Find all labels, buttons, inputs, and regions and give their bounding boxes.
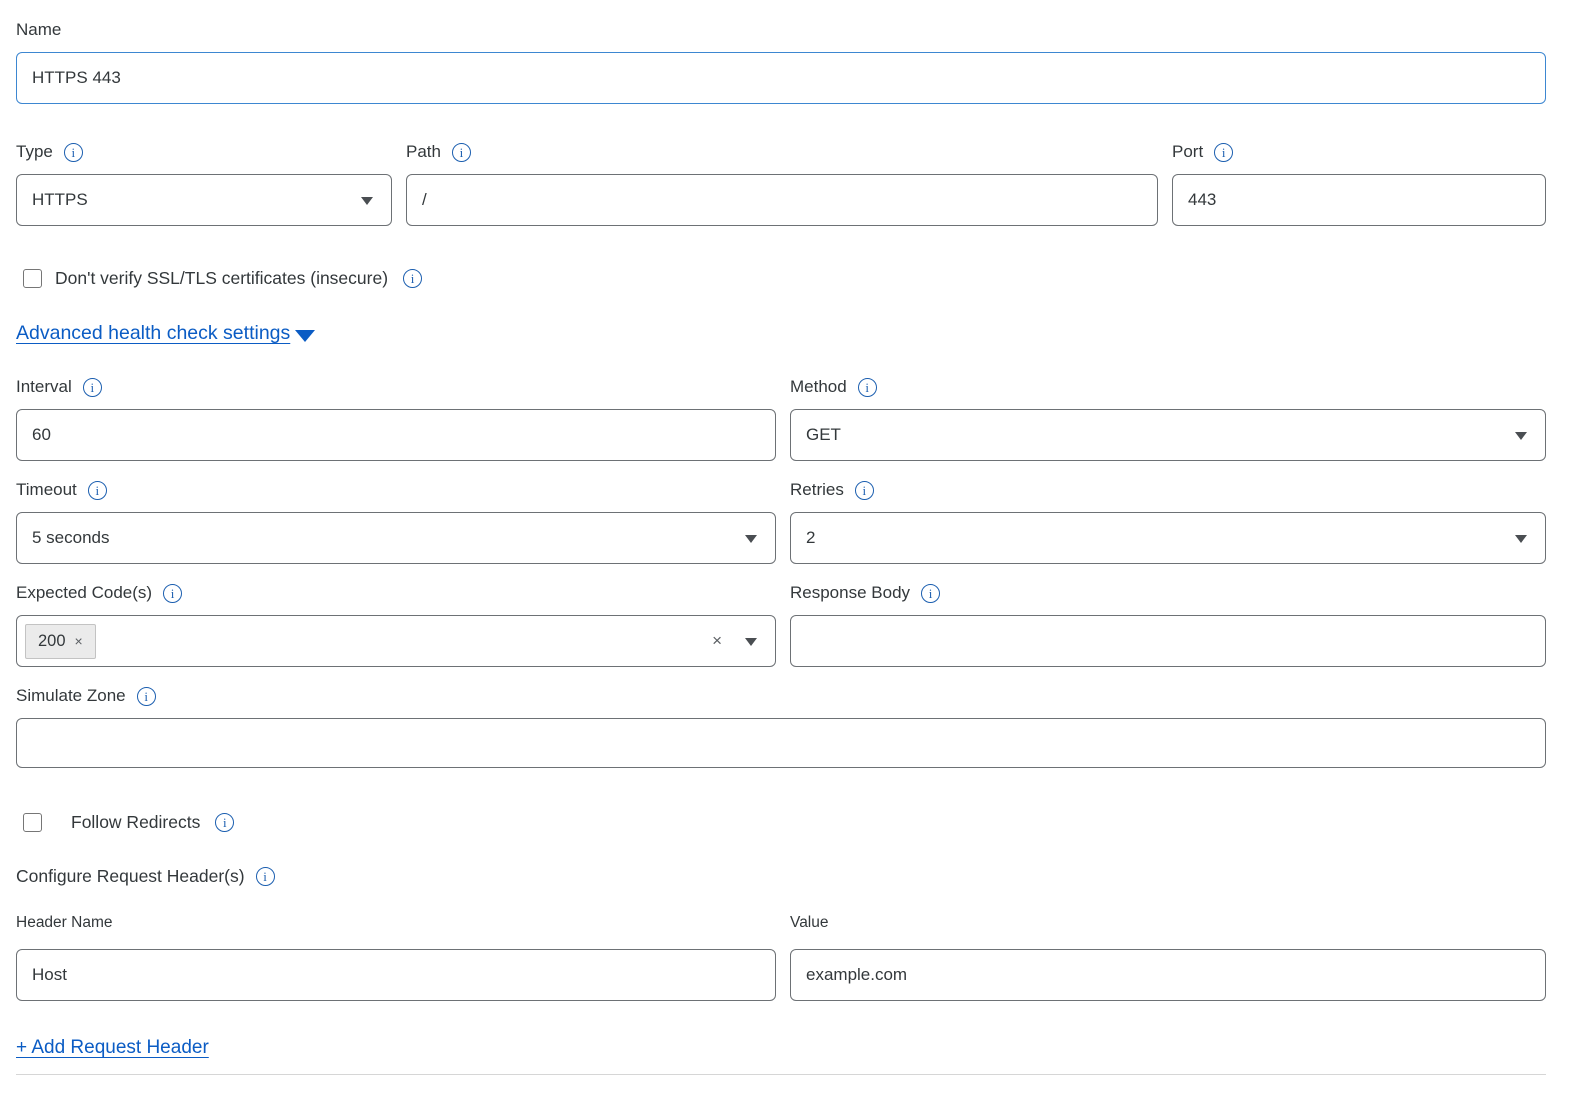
simulate-zone-label: Simulate Zone i bbox=[16, 684, 1546, 708]
interval-label-text: Interval bbox=[16, 377, 72, 397]
interval-method-inputs: GET bbox=[16, 409, 1546, 461]
interval-input[interactable] bbox=[16, 409, 776, 461]
remove-tag-icon[interactable]: × bbox=[75, 633, 83, 649]
health-check-form: Name Type i Path i Port i HTTPS Don't ve… bbox=[0, 0, 1570, 1075]
interval-label: Interval i bbox=[16, 375, 776, 399]
port-label: Port i bbox=[1172, 140, 1546, 164]
type-info-icon[interactable]: i bbox=[64, 143, 83, 162]
port-input[interactable] bbox=[1172, 174, 1546, 226]
retries-label: Retries i bbox=[790, 478, 1546, 502]
type-select-value: HTTPS bbox=[32, 190, 88, 210]
retries-select[interactable]: 2 bbox=[790, 512, 1546, 564]
header-row-inputs bbox=[16, 949, 1546, 1001]
type-path-port-inputs: HTTPS bbox=[16, 174, 1546, 226]
ssl-verify-row: Don't verify SSL/TLS certificates (insec… bbox=[16, 268, 1546, 289]
ssl-verify-info-icon[interactable]: i bbox=[403, 269, 422, 288]
expected-codes-label-text: Expected Code(s) bbox=[16, 583, 152, 603]
follow-redirects-row: Follow Redirects i bbox=[16, 812, 1546, 833]
timeout-label: Timeout i bbox=[16, 478, 776, 502]
header-name-input[interactable] bbox=[16, 949, 776, 1001]
add-request-header-link[interactable]: + Add Request Header bbox=[16, 1037, 209, 1059]
method-label-text: Method bbox=[790, 377, 847, 397]
codes-body-labels: Expected Code(s) i Response Body i bbox=[16, 581, 1546, 615]
method-info-icon[interactable]: i bbox=[858, 378, 877, 397]
ssl-verify-label: Don't verify SSL/TLS certificates (insec… bbox=[55, 268, 388, 289]
timeout-select[interactable]: 5 seconds bbox=[16, 512, 776, 564]
name-label: Name bbox=[16, 18, 1546, 42]
advanced-settings-link[interactable]: Advanced health check settings bbox=[16, 322, 315, 345]
response-body-input[interactable] bbox=[790, 615, 1546, 667]
retries-info-icon[interactable]: i bbox=[855, 481, 874, 500]
expected-codes-multiselect[interactable]: 200 × × bbox=[16, 615, 776, 667]
type-label-text: Type bbox=[16, 142, 53, 162]
selected-code-tag-text: 200 bbox=[38, 632, 66, 651]
advanced-settings-link-text: Advanced health check settings bbox=[16, 322, 290, 345]
chevron-down-icon bbox=[1515, 535, 1527, 543]
name-label-text: Name bbox=[16, 20, 61, 40]
timeout-label-text: Timeout bbox=[16, 480, 77, 500]
follow-redirects-info-icon[interactable]: i bbox=[215, 813, 234, 832]
timeout-info-icon[interactable]: i bbox=[88, 481, 107, 500]
path-label-text: Path bbox=[406, 142, 441, 162]
type-label: Type i bbox=[16, 140, 392, 164]
chevron-down-icon bbox=[1515, 432, 1527, 440]
header-value-label: Value bbox=[790, 913, 1546, 933]
section-divider bbox=[16, 1074, 1546, 1075]
interval-info-icon[interactable]: i bbox=[83, 378, 102, 397]
response-body-label: Response Body i bbox=[790, 581, 1546, 605]
header-row-labels: Header Name Value bbox=[16, 913, 1546, 949]
path-info-icon[interactable]: i bbox=[452, 143, 471, 162]
request-headers-label-text: Configure Request Header(s) bbox=[16, 866, 245, 887]
method-label: Method i bbox=[790, 375, 1546, 399]
port-label-text: Port bbox=[1172, 142, 1203, 162]
ssl-verify-checkbox[interactable] bbox=[23, 269, 42, 288]
chevron-down-icon bbox=[361, 197, 373, 205]
clear-selection-icon[interactable]: × bbox=[712, 632, 722, 649]
request-headers-section-label: Configure Request Header(s) i bbox=[16, 864, 1546, 888]
header-name-label: Header Name bbox=[16, 913, 776, 933]
simulate-zone-info-icon[interactable]: i bbox=[137, 687, 156, 706]
selected-code-tag: 200 × bbox=[25, 624, 96, 659]
retries-select-value: 2 bbox=[806, 528, 815, 548]
port-info-icon[interactable]: i bbox=[1214, 143, 1233, 162]
timeout-retries-labels: Timeout i Retries i bbox=[16, 478, 1546, 512]
type-select[interactable]: HTTPS bbox=[16, 174, 392, 226]
timeout-retries-inputs: 5 seconds 2 bbox=[16, 512, 1546, 564]
timeout-select-value: 5 seconds bbox=[32, 528, 110, 548]
request-headers-info-icon[interactable]: i bbox=[256, 867, 275, 886]
header-name-label-text: Header Name bbox=[16, 914, 113, 932]
path-label: Path i bbox=[406, 140, 1158, 164]
codes-body-inputs: 200 × × bbox=[16, 615, 1546, 667]
type-path-port-labels: Type i Path i Port i bbox=[16, 140, 1546, 174]
interval-method-labels: Interval i Method i bbox=[16, 375, 1546, 409]
header-value-label-text: Value bbox=[790, 914, 829, 932]
path-input[interactable] bbox=[406, 174, 1158, 226]
chevron-down-icon bbox=[745, 535, 757, 543]
response-body-info-icon[interactable]: i bbox=[921, 584, 940, 603]
retries-label-text: Retries bbox=[790, 480, 844, 500]
header-value-input[interactable] bbox=[790, 949, 1546, 1001]
follow-redirects-label: Follow Redirects bbox=[71, 812, 200, 833]
chevron-down-icon bbox=[745, 638, 757, 646]
expected-codes-label: Expected Code(s) i bbox=[16, 581, 776, 605]
simulate-zone-input[interactable] bbox=[16, 718, 1546, 768]
name-input[interactable] bbox=[16, 52, 1546, 104]
follow-redirects-checkbox[interactable] bbox=[23, 813, 42, 832]
method-select-value: GET bbox=[806, 425, 841, 445]
caret-down-icon bbox=[295, 330, 315, 342]
method-select[interactable]: GET bbox=[790, 409, 1546, 461]
simulate-zone-label-text: Simulate Zone bbox=[16, 686, 126, 706]
expected-codes-info-icon[interactable]: i bbox=[163, 584, 182, 603]
response-body-label-text: Response Body bbox=[790, 583, 910, 603]
